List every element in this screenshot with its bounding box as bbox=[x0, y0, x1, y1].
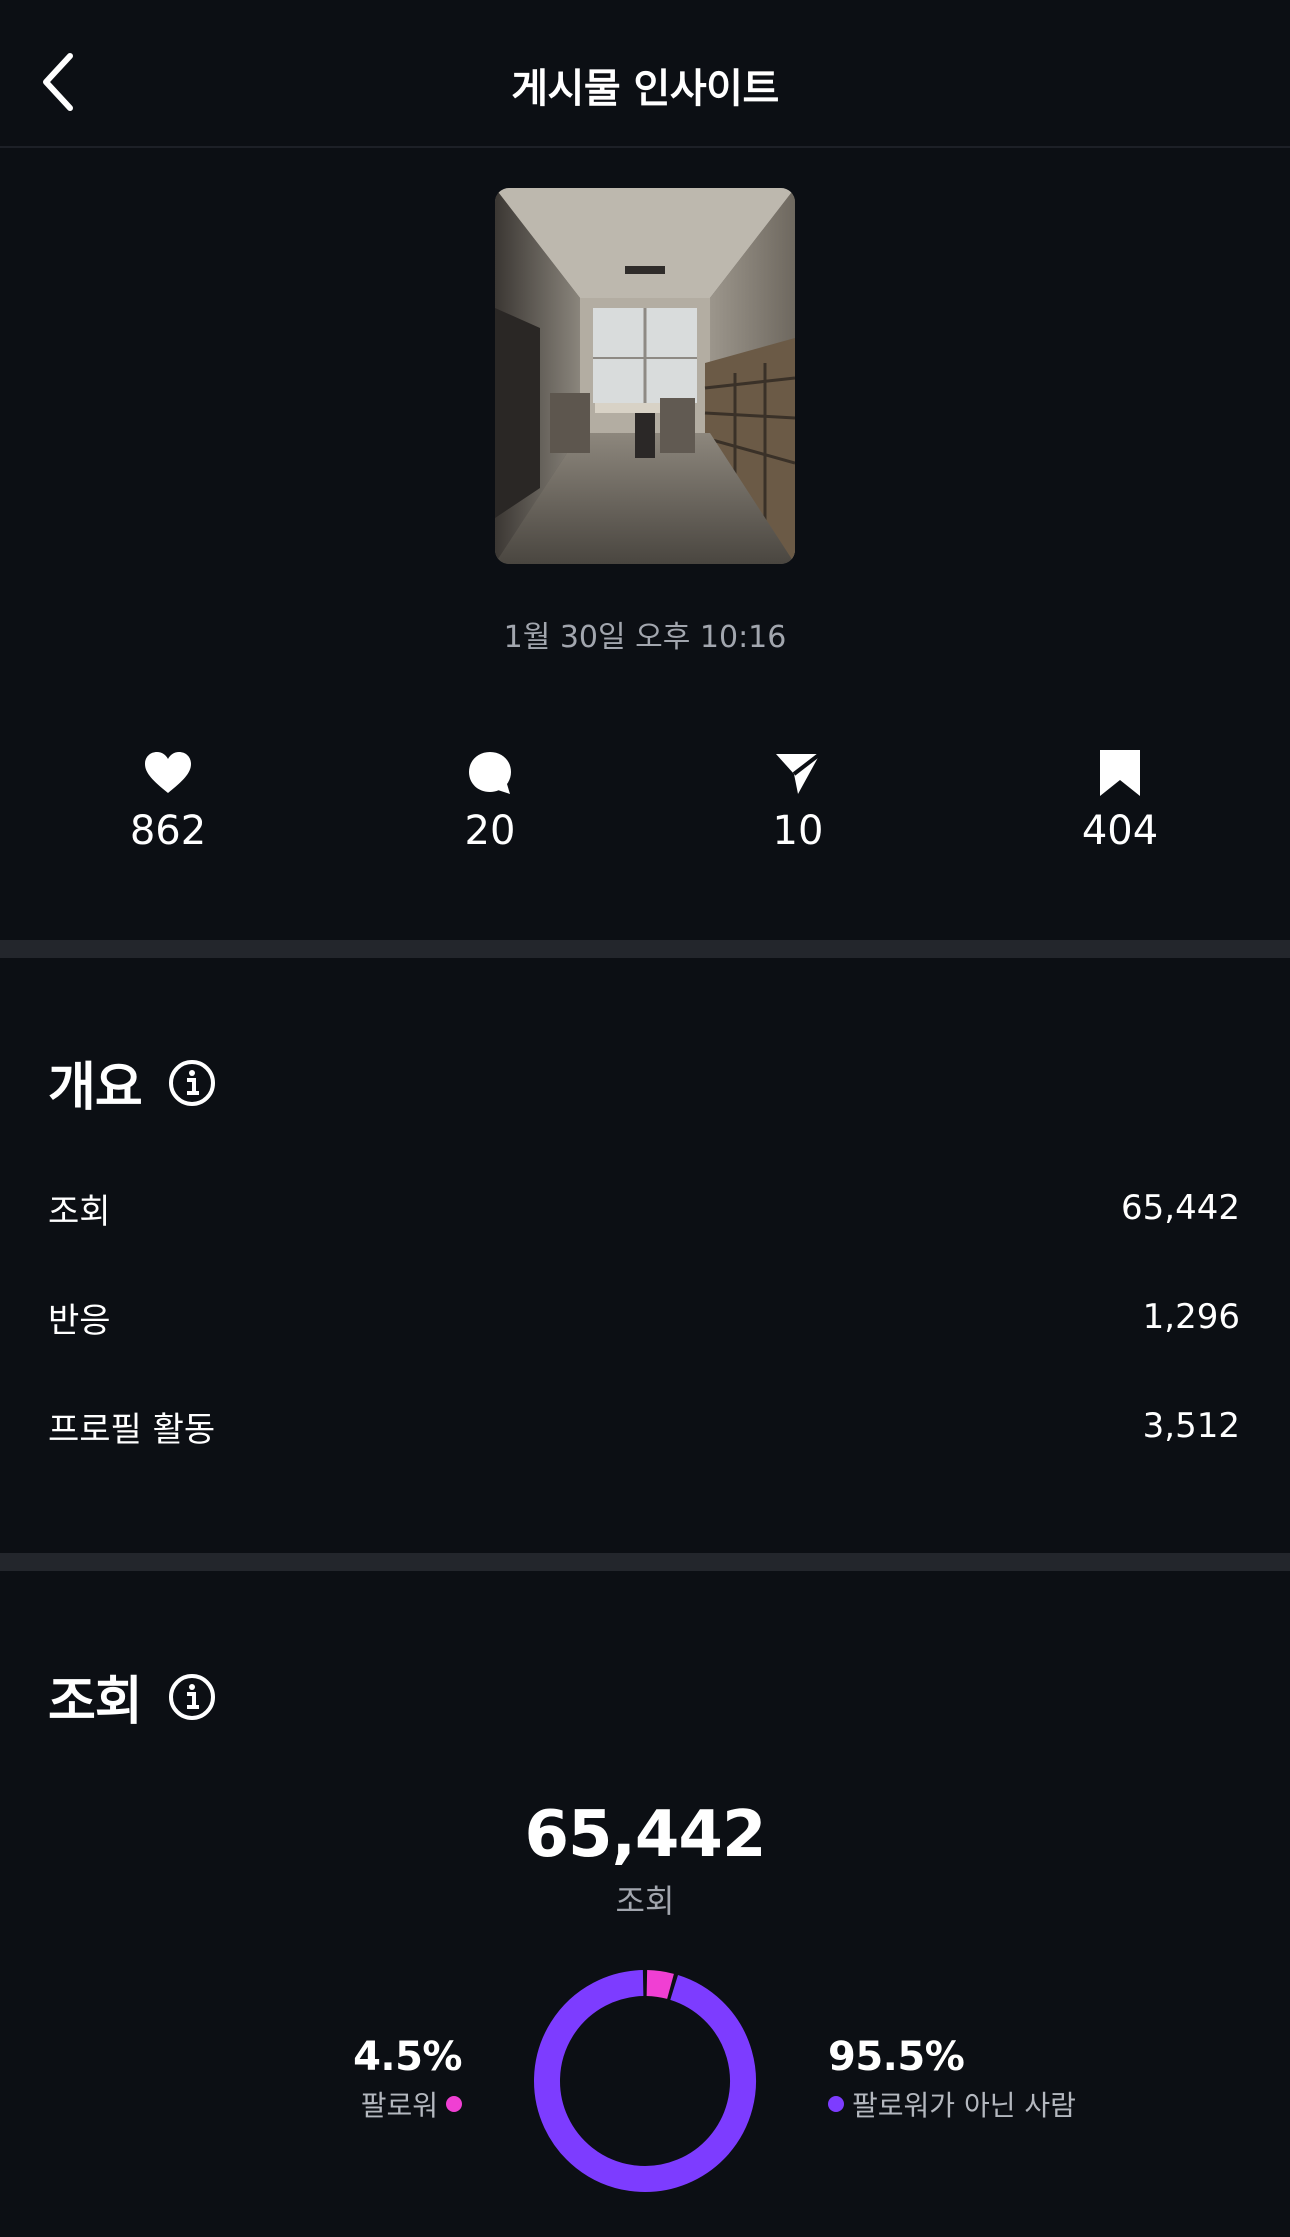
saves-count: 404 bbox=[1081, 808, 1159, 854]
donut-slice-followers bbox=[646, 1970, 674, 2000]
overview-row-views[interactable]: 조회 65,442 bbox=[48, 1178, 1240, 1238]
overview-row-profile-activity[interactable]: 프로필 활동 3,512 bbox=[48, 1396, 1240, 1456]
likes-count: 862 bbox=[129, 808, 207, 854]
likes-stat: 862 bbox=[78, 748, 258, 854]
saves-stat: 404 bbox=[1030, 748, 1210, 854]
send-icon bbox=[776, 752, 822, 794]
post-thumbnail[interactable] bbox=[495, 188, 795, 564]
non-followers-legend: 95.5% 팔로워가 아닌 사람 bbox=[828, 2034, 1076, 2124]
non-followers-dot bbox=[828, 2096, 844, 2112]
heart-icon bbox=[145, 752, 191, 793]
section-divider bbox=[0, 1553, 1290, 1571]
views-donut-chart bbox=[534, 1970, 756, 2192]
total-views-label: 조회 bbox=[615, 1882, 675, 1920]
room-photo bbox=[495, 188, 795, 564]
followers-legend: 4.5% 팔로워 bbox=[353, 2034, 462, 2124]
overview-row-reactions[interactable]: 반응 1,296 bbox=[48, 1287, 1240, 1347]
shares-count: 10 bbox=[772, 808, 824, 854]
comments-stat: 20 bbox=[400, 748, 580, 854]
bookmark-icon bbox=[1100, 750, 1140, 796]
row-value: 65,442 bbox=[1121, 1188, 1240, 1228]
comments-count: 20 bbox=[464, 808, 516, 854]
section-divider bbox=[0, 940, 1290, 958]
row-value: 3,512 bbox=[1142, 1406, 1240, 1446]
shares-stat: 10 bbox=[708, 748, 888, 854]
row-label: 반응 bbox=[48, 1300, 111, 1341]
donut-slice-non-followers bbox=[534, 1970, 756, 2192]
top-bar: 게시물 인사이트 bbox=[0, 0, 1290, 148]
row-label: 프로필 활동 bbox=[48, 1409, 216, 1450]
comment-icon bbox=[469, 752, 511, 794]
overview-title: 개요 bbox=[48, 1058, 143, 1118]
non-followers-label: 팔로워가 아닌 사람 bbox=[852, 2089, 1076, 2122]
post-date: 1월 30일 오후 10:16 bbox=[503, 620, 787, 655]
info-icon[interactable] bbox=[168, 1059, 216, 1107]
row-value: 1,296 bbox=[1142, 1297, 1240, 1337]
followers-percent: 4.5% bbox=[353, 2034, 462, 2080]
views-section-title: 조회 bbox=[48, 1659, 216, 1734]
followers-label: 팔로워 bbox=[360, 2089, 438, 2122]
non-followers-percent: 95.5% bbox=[828, 2034, 965, 2080]
followers-dot bbox=[446, 2096, 462, 2112]
page-title: 게시물 인사이트 bbox=[511, 66, 779, 112]
views-title: 조회 bbox=[48, 1672, 143, 1732]
info-icon[interactable] bbox=[168, 1673, 216, 1721]
row-label: 조회 bbox=[48, 1191, 111, 1232]
total-views-value: 65,442 bbox=[524, 1798, 767, 1872]
overview-section-title: 개요 bbox=[48, 1045, 216, 1120]
